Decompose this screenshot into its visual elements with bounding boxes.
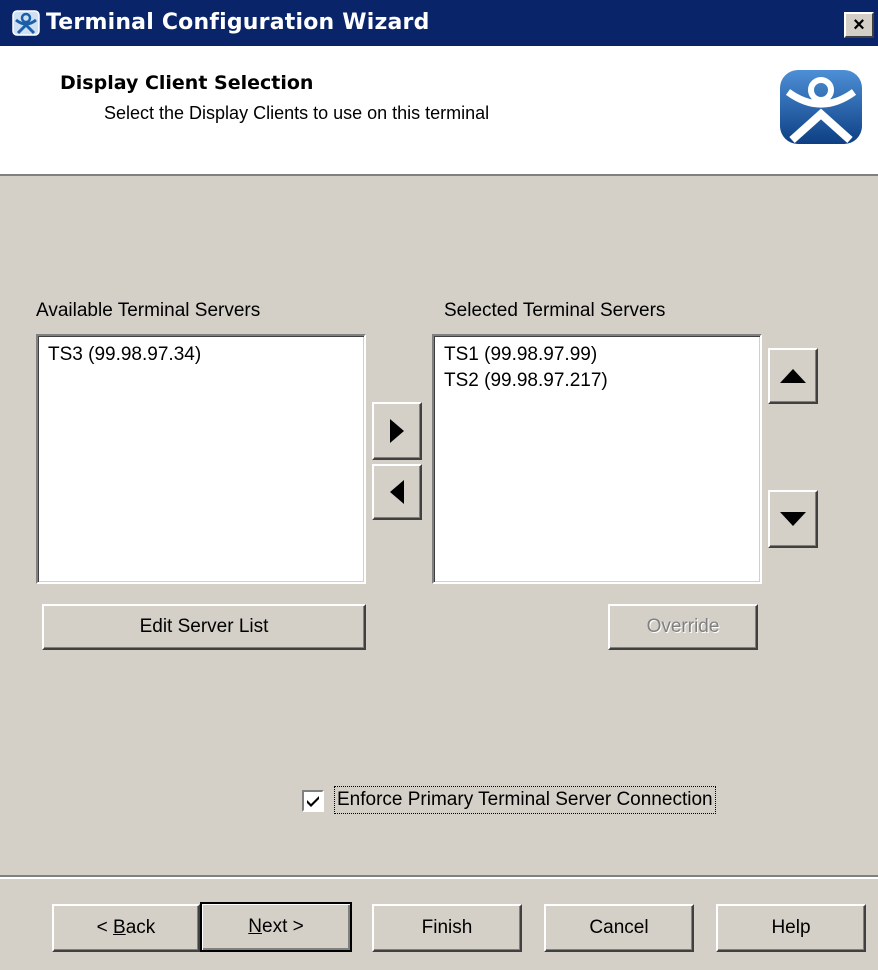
- thinmanager-icon: [12, 10, 40, 36]
- cancel-label: Cancel: [589, 917, 649, 938]
- next-rest: ext >: [262, 916, 304, 937]
- arrow-up-icon: [780, 369, 806, 383]
- wizard-header: Display Client Selection Select the Disp…: [0, 46, 878, 176]
- thinmanager-logo-icon: [780, 70, 862, 144]
- edit-server-list-label: Edit Server List: [139, 616, 269, 637]
- page-title: Display Client Selection: [60, 72, 314, 94]
- enforce-primary-label[interactable]: Enforce Primary Terminal Server Connecti…: [334, 786, 716, 814]
- list-item[interactable]: TS1 (99.98.97.99): [434, 342, 760, 368]
- footer-divider: [0, 875, 878, 879]
- selected-servers-label: Selected Terminal Servers: [444, 300, 666, 321]
- list-item[interactable]: TS3 (99.98.97.34): [38, 342, 364, 368]
- override-label: Override: [646, 616, 720, 637]
- enforce-primary-checkbox[interactable]: [302, 790, 324, 812]
- help-button[interactable]: Help: [716, 904, 866, 952]
- arrow-down-icon: [780, 512, 806, 526]
- arrow-left-icon: [390, 480, 404, 504]
- available-servers-label: Available Terminal Servers: [36, 300, 261, 321]
- cancel-button[interactable]: Cancel: [544, 904, 694, 952]
- next-button[interactable]: Next >: [200, 902, 352, 952]
- move-down-button[interactable]: [768, 490, 818, 548]
- finish-button[interactable]: Finish: [372, 904, 522, 952]
- finish-label: Finish: [421, 917, 473, 938]
- override-button[interactable]: Override: [608, 604, 758, 650]
- list-item[interactable]: TS2 (99.98.97.217): [434, 368, 760, 394]
- selected-servers-list[interactable]: TS1 (99.98.97.99) TS2 (99.98.97.217): [432, 334, 762, 584]
- arrow-right-icon: [390, 419, 404, 443]
- back-button[interactable]: < Back: [52, 904, 200, 952]
- page-subtitle: Select the Display Clients to use on thi…: [104, 103, 490, 123]
- help-label: Help: [771, 917, 811, 938]
- window-title: Terminal Configuration Wizard: [46, 10, 430, 35]
- next-accelerator: N: [248, 916, 262, 937]
- title-bar: Terminal Configuration Wizard: [0, 0, 878, 46]
- next-label: Next >: [248, 916, 303, 938]
- back-label: < Back: [97, 917, 156, 939]
- close-button[interactable]: ×: [844, 12, 874, 38]
- available-servers-list[interactable]: TS3 (99.98.97.34): [36, 334, 366, 584]
- back-rest: ack: [125, 917, 156, 938]
- add-server-button[interactable]: [372, 402, 422, 460]
- edit-server-list-button[interactable]: Edit Server List: [42, 604, 366, 650]
- remove-server-button[interactable]: [372, 464, 422, 520]
- close-icon: ×: [853, 14, 865, 36]
- checkmark-icon: [307, 796, 319, 807]
- back-prefix: <: [96, 917, 114, 938]
- move-up-button[interactable]: [768, 348, 818, 404]
- back-accelerator: B: [113, 917, 126, 938]
